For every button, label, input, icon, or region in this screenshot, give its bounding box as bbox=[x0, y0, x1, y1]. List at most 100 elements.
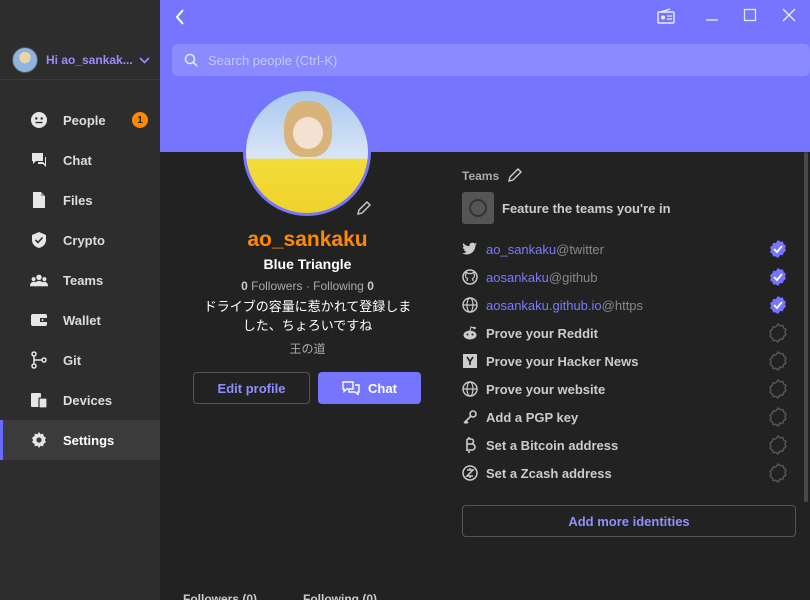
identity-row-website[interactable]: aosankaku.github.io@https bbox=[462, 291, 796, 319]
set-bitcoin-row[interactable]: Set a Bitcoin address bbox=[462, 431, 796, 459]
prove-hackernews-row[interactable]: Prove your Hacker News bbox=[462, 347, 796, 375]
profile-username: ao_sankaku bbox=[247, 228, 368, 251]
verified-badge-icon bbox=[770, 296, 786, 314]
profile-avatar[interactable] bbox=[243, 88, 371, 216]
identity-list: ao_sankaku@twitter aosankaku@github aosa… bbox=[462, 235, 796, 487]
pencil-icon[interactable] bbox=[356, 200, 372, 221]
key-icon bbox=[462, 409, 478, 425]
identity-service: @twitter bbox=[556, 241, 604, 257]
prove-label: Prove your website bbox=[486, 381, 606, 397]
maximize-icon[interactable] bbox=[743, 8, 757, 26]
bitcoin-icon bbox=[462, 437, 478, 453]
identity-text: ao_sankaku@twitter bbox=[486, 242, 604, 257]
back-arrow-icon[interactable] bbox=[174, 8, 186, 32]
prove-label: Set a Zcash address bbox=[486, 465, 612, 481]
add-pgp-row[interactable]: Add a PGP key bbox=[462, 403, 796, 431]
search-bar[interactable] bbox=[172, 44, 810, 76]
sidebar-item-people[interactable]: People 1 bbox=[0, 100, 160, 140]
unverified-badge-icon bbox=[769, 407, 787, 427]
sidebar-item-crypto[interactable]: Crypto bbox=[0, 220, 160, 260]
globe-icon bbox=[462, 297, 478, 313]
avatar bbox=[12, 46, 38, 73]
github-icon bbox=[462, 269, 478, 285]
hackernews-icon bbox=[462, 353, 478, 369]
zcash-icon bbox=[462, 465, 478, 481]
profile-full-name: Blue Triangle bbox=[263, 256, 352, 272]
pencil-icon[interactable] bbox=[507, 167, 523, 186]
prove-label: Add a PGP key bbox=[486, 409, 579, 425]
tab-followers[interactable]: Followers (0) bbox=[183, 592, 257, 600]
devices-icon bbox=[30, 391, 48, 409]
prove-label: Prove your Hacker News bbox=[486, 353, 639, 369]
prove-label: Set a Bitcoin address bbox=[486, 437, 619, 453]
sidebar: Hi ao_sankak... People 1 Chat Files Cryp… bbox=[0, 0, 160, 600]
add-more-identities-button[interactable]: Add more identities bbox=[462, 505, 796, 537]
feature-teams-row[interactable]: Feature the teams you're in bbox=[462, 192, 796, 224]
teams-label: Teams bbox=[462, 169, 500, 183]
bio-line: ドライブの容量に惹かれて登録しま bbox=[203, 299, 412, 314]
teams-icon bbox=[30, 271, 48, 289]
teams-heading: Teams bbox=[462, 164, 796, 188]
sidebar-item-files[interactable]: Files bbox=[0, 180, 160, 220]
sidebar-nav: People 1 Chat Files Crypto Teams Wallet … bbox=[0, 100, 160, 460]
chat-icon bbox=[342, 381, 360, 395]
verified-badge-icon bbox=[770, 240, 786, 258]
identity-row-twitter[interactable]: ao_sankaku@twitter bbox=[462, 235, 796, 263]
bio-line: した、ちょろいですね bbox=[242, 318, 373, 333]
wallet-icon bbox=[30, 311, 48, 329]
shield-icon bbox=[30, 231, 48, 249]
title-bar bbox=[160, 0, 810, 38]
people-icon bbox=[30, 111, 48, 129]
identity-service: @github bbox=[548, 269, 598, 285]
sidebar-item-git[interactable]: Git bbox=[0, 340, 160, 380]
identity-handle[interactable]: aosankaku bbox=[486, 270, 549, 285]
globe-icon bbox=[462, 381, 478, 397]
verified-badge-icon bbox=[770, 268, 786, 286]
sidebar-item-label: Teams bbox=[63, 272, 104, 288]
chat-icon bbox=[30, 151, 48, 169]
identity-handle[interactable]: aosankaku.github.io bbox=[486, 298, 602, 313]
sidebar-item-label: People bbox=[63, 112, 106, 128]
identity-text: aosankaku@github bbox=[486, 270, 598, 285]
minimize-icon[interactable] bbox=[705, 8, 719, 26]
scrollbar[interactable] bbox=[804, 152, 808, 502]
chat-button-label: Chat bbox=[368, 380, 397, 396]
chat-button[interactable]: Chat bbox=[318, 372, 421, 404]
account-switcher[interactable]: Hi ao_sankak... bbox=[0, 40, 160, 80]
identity-handle[interactable]: ao_sankaku bbox=[486, 242, 556, 257]
prove-label: Prove your Reddit bbox=[486, 325, 598, 341]
follow-separator: · bbox=[302, 279, 314, 293]
set-zcash-row[interactable]: Set a Zcash address bbox=[462, 459, 796, 487]
radio-icon[interactable] bbox=[657, 8, 675, 28]
sidebar-item-label: Files bbox=[63, 192, 93, 208]
feature-teams-label: Feature the teams you're in bbox=[502, 200, 671, 216]
sidebar-item-teams[interactable]: Teams bbox=[0, 260, 160, 300]
unverified-badge-icon bbox=[769, 323, 787, 343]
identities-panel: Teams Feature the teams you're in ao_san… bbox=[462, 164, 796, 537]
search-icon bbox=[184, 53, 198, 67]
following-count: 0 bbox=[367, 279, 374, 293]
sidebar-item-wallet[interactable]: Wallet bbox=[0, 300, 160, 340]
sidebar-item-chat[interactable]: Chat bbox=[0, 140, 160, 180]
edit-profile-button[interactable]: Edit profile bbox=[193, 372, 310, 404]
unverified-badge-icon bbox=[769, 463, 787, 483]
sidebar-item-settings[interactable]: Settings bbox=[0, 420, 160, 460]
team-placeholder-icon bbox=[462, 192, 494, 224]
search-input[interactable] bbox=[208, 52, 768, 68]
following-label: Following bbox=[313, 279, 364, 293]
sidebar-item-label: Settings bbox=[63, 432, 115, 448]
sidebar-item-label: Wallet bbox=[63, 312, 101, 328]
chevron-down-icon bbox=[139, 53, 150, 67]
twitter-icon bbox=[462, 241, 478, 257]
file-icon bbox=[30, 191, 48, 209]
gear-icon bbox=[30, 431, 48, 449]
prove-website-row[interactable]: Prove your website bbox=[462, 375, 796, 403]
identity-row-github[interactable]: aosankaku@github bbox=[462, 263, 796, 291]
followers-count: 0 bbox=[241, 279, 248, 293]
prove-reddit-row[interactable]: Prove your Reddit bbox=[462, 319, 796, 347]
sidebar-item-devices[interactable]: Devices bbox=[0, 380, 160, 420]
identity-text: aosankaku.github.io@https bbox=[486, 298, 643, 313]
tab-following[interactable]: Following (0) bbox=[303, 592, 377, 600]
close-icon[interactable] bbox=[782, 8, 796, 26]
follow-tabs: Followers (0) Following (0) bbox=[183, 592, 463, 600]
